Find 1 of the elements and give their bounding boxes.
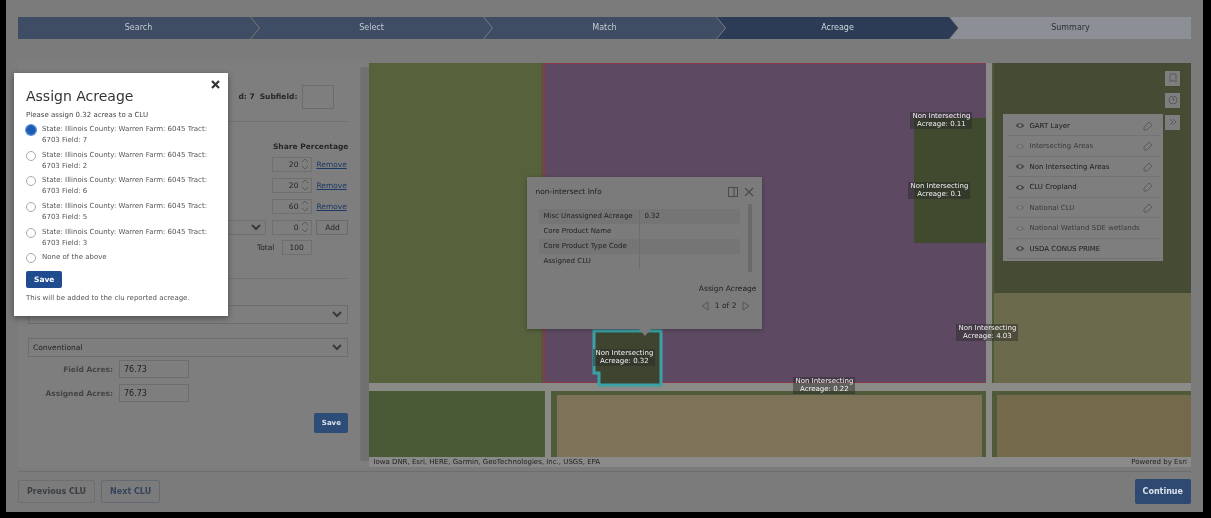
dialog-title: Assign Acreage (26, 88, 134, 104)
